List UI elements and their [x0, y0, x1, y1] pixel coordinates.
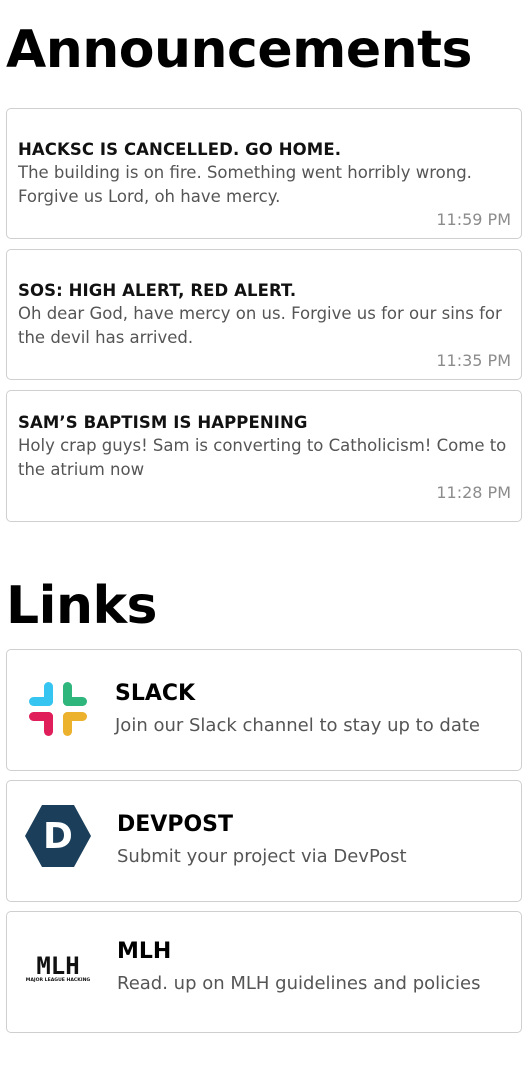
link-card-mlh[interactable]: MLH MAJOR LEAGUE HACKING MLH Read. up on…: [6, 911, 522, 1033]
link-title: MLH: [117, 939, 172, 964]
announcement-card[interactable]: HACKSC IS CANCELLED. GO HOME. The buildi…: [6, 108, 522, 239]
page: Announcements HACKSC IS CANCELLED. GO HO…: [0, 0, 526, 1065]
slack-logo-icon: [23, 676, 93, 742]
link-description: Read. up on MLH guidelines and policies: [117, 973, 481, 994]
link-text: SLACK Join our Slack channel to stay up …: [115, 680, 480, 739]
announcement-title: SAM’S BAPTISM IS HAPPENING: [18, 413, 308, 432]
devpost-logo-icon: D: [23, 803, 93, 869]
link-title: DEVPOST: [117, 812, 233, 837]
link-text: MLH Read. up on MLH guidelines and polic…: [117, 938, 480, 997]
announcement-card[interactable]: SOS: HIGH ALERT, RED ALERT. Oh dear God,…: [6, 249, 522, 380]
announcements-heading: Announcements: [6, 20, 472, 80]
mlh-logo-subtext: MAJOR LEAGUE HACKING: [26, 977, 91, 983]
announcement-time: 11:35 PM: [436, 351, 511, 370]
devpost-logo-letter: D: [43, 816, 73, 857]
links-heading: Links: [6, 576, 158, 636]
mlh-logo-icon: MLH MAJOR LEAGUE HACKING: [25, 948, 91, 988]
announcement-title: HACKSC IS CANCELLED. GO HOME.: [18, 140, 342, 159]
announcement-title: SOS: HIGH ALERT, RED ALERT.: [18, 281, 297, 300]
mlh-logo-letters: MLH: [36, 952, 79, 980]
announcement-card[interactable]: SAM’S BAPTISM IS HAPPENING Holy crap guy…: [6, 390, 522, 522]
announcement-time: 11:28 PM: [436, 483, 511, 502]
link-text: DEVPOST Submit your project via DevPost: [117, 811, 407, 870]
announcement-body: Oh dear God, have mercy on us. Forgive u…: [18, 304, 502, 347]
link-title: SLACK: [115, 681, 196, 706]
link-description: Join our Slack channel to stay up to dat…: [115, 715, 481, 736]
announcement-body: Holy crap guys! Sam is converting to Cat…: [18, 436, 507, 479]
announcement-body: The building is on fire. Something went …: [18, 163, 472, 206]
link-card-devpost[interactable]: D DEVPOST Submit your project via DevPos…: [6, 780, 522, 902]
link-card-slack[interactable]: SLACK Join our Slack channel to stay up …: [6, 649, 522, 771]
link-description: Submit your project via DevPost: [117, 846, 407, 867]
announcement-time: 11:59 PM: [436, 210, 511, 229]
